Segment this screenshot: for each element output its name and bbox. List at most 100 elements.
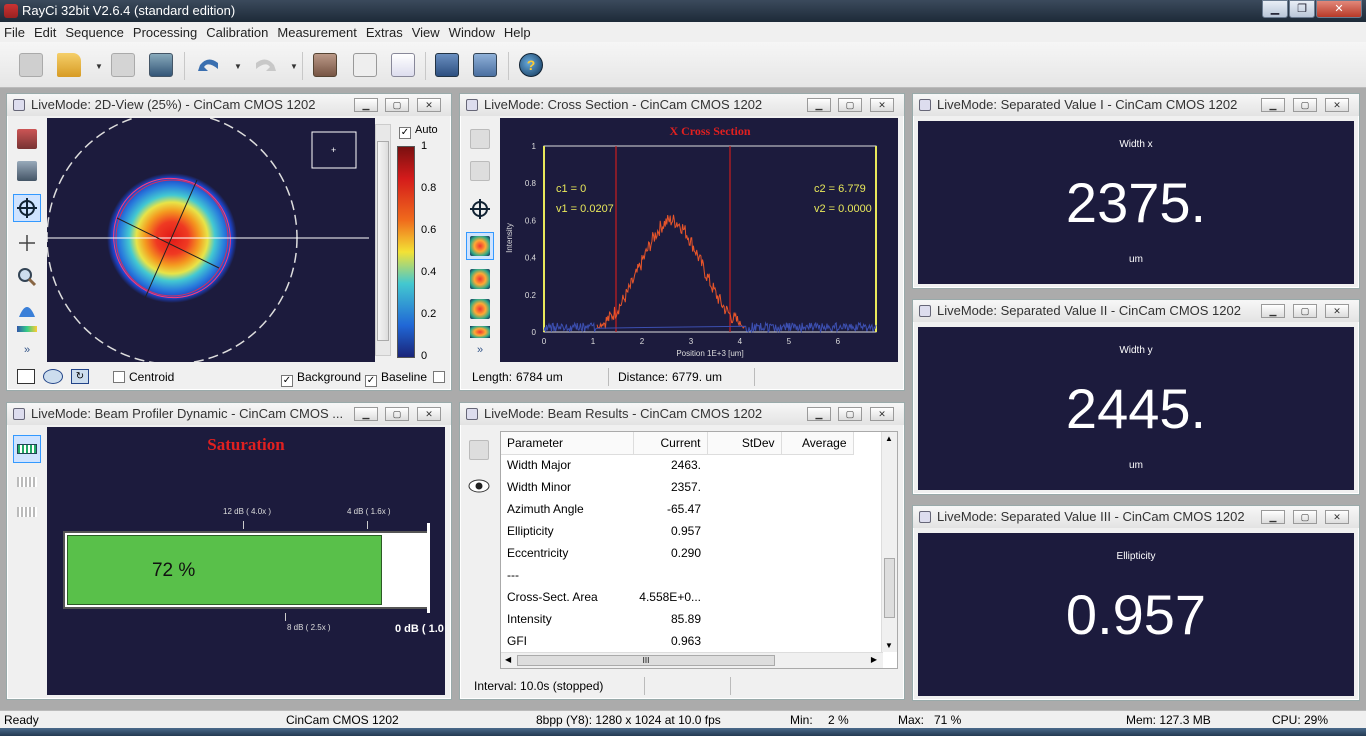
- table-row[interactable]: Width Major 2463.: [501, 454, 853, 476]
- menu-calibration[interactable]: Calibration: [206, 25, 277, 40]
- sep1-close-button[interactable]: ✕: [1325, 98, 1349, 112]
- menu-help[interactable]: Help: [504, 25, 540, 40]
- baseline-checkbox[interactable]: ✓ Baseline: [365, 370, 427, 387]
- sep3-close-button[interactable]: ✕: [1325, 510, 1349, 524]
- rectangle-shape-icon[interactable]: [17, 369, 35, 384]
- sep3-maximize-button[interactable]: ▢: [1293, 510, 1317, 524]
- camera-grab-icon[interactable]: [14, 126, 40, 152]
- menu-sequence[interactable]: Sequence: [65, 25, 133, 40]
- close-window-button[interactable]: ✕: [1316, 0, 1362, 18]
- extra-checkbox[interactable]: [433, 370, 449, 384]
- profiler-minimize-button[interactable]: ▁: [354, 407, 378, 421]
- table-row[interactable]: Width Minor 2357.: [501, 476, 853, 498]
- sidebar-more-button[interactable]: »: [462, 344, 498, 360]
- star-icon[interactable]: [466, 437, 492, 463]
- 3d-view-icon[interactable]: [14, 296, 40, 322]
- results-horizontal-scrollbar[interactable]: ◀ III ▶: [501, 652, 883, 668]
- x-axis-ticks: 0 1 2 3 4 5 6: [542, 337, 841, 346]
- refresh-shape-icon[interactable]: ↻: [71, 369, 89, 384]
- table-row[interactable]: Ellipticity 0.957: [501, 520, 853, 542]
- open-dropdown-icon[interactable]: ▼: [95, 62, 103, 71]
- sidebar-more-button[interactable]: »: [9, 344, 45, 360]
- centroid-checkbox[interactable]: Centroid: [113, 370, 174, 384]
- view2d-maximize-button[interactable]: ▢: [385, 98, 409, 112]
- background-checkbox[interactable]: ✓ Background: [281, 370, 361, 387]
- crosshair-icon[interactable]: [467, 196, 493, 222]
- beam-2d-image[interactable]: +: [47, 118, 375, 362]
- gain-icon[interactable]: [14, 469, 40, 495]
- profiler-close-button[interactable]: ✕: [417, 407, 441, 421]
- diag2-section-icon[interactable]: [467, 324, 493, 340]
- auto-scale-checkbox[interactable]: ✓ Auto: [399, 124, 438, 139]
- column-header-parameter[interactable]: Parameter: [501, 432, 634, 455]
- zoom-icon[interactable]: [14, 264, 40, 290]
- sep1-minimize-button[interactable]: ▁: [1261, 98, 1285, 112]
- eye-icon[interactable]: [466, 473, 492, 499]
- undo-dropdown-icon[interactable]: ▼: [234, 62, 242, 71]
- column-header-current[interactable]: Current: [633, 432, 708, 455]
- menu-window[interactable]: Window: [449, 25, 504, 40]
- document-icon[interactable]: [350, 50, 380, 80]
- results-maximize-button[interactable]: ▢: [838, 407, 862, 421]
- diag-section-icon[interactable]: [467, 296, 493, 322]
- table-row[interactable]: Eccentricity 0.290: [501, 542, 853, 564]
- y-section-icon[interactable]: [467, 266, 493, 292]
- view2d-minimize-button[interactable]: ▁: [354, 98, 378, 112]
- copy-image-icon[interactable]: [14, 158, 40, 184]
- menu-edit[interactable]: Edit: [34, 25, 65, 40]
- minimize-window-button[interactable]: ▁: [1262, 0, 1288, 18]
- cross-maximize-button[interactable]: ▢: [838, 98, 862, 112]
- table-row[interactable]: GFI 0.963: [501, 630, 853, 652]
- results-table-container: Parameter Current StDev Average Width Ma…: [500, 431, 898, 669]
- settings-tools-icon[interactable]: [310, 50, 340, 80]
- column-header-stdev[interactable]: StDev: [707, 432, 782, 455]
- sep3-minimize-button[interactable]: ▁: [1261, 510, 1285, 524]
- results-vertical-scrollbar[interactable]: ▲ ▼: [881, 432, 897, 652]
- open-folder-icon[interactable]: [54, 50, 84, 80]
- menu-extras[interactable]: Extras: [366, 25, 412, 40]
- redo-icon[interactable]: [250, 50, 280, 80]
- sep2-minimize-button[interactable]: ▁: [1261, 304, 1285, 318]
- x-section-icon[interactable]: [466, 232, 494, 260]
- save-plot-icon[interactable]: [467, 158, 493, 184]
- sep1-maximize-button[interactable]: ▢: [1293, 98, 1317, 112]
- cross-close-button[interactable]: ✕: [870, 98, 894, 112]
- undo-icon[interactable]: [194, 50, 224, 80]
- snapshot-icon[interactable]: [146, 50, 176, 80]
- help-icon[interactable]: ?: [516, 50, 546, 80]
- sep2-close-button[interactable]: ✕: [1325, 304, 1349, 318]
- menu-measurement[interactable]: Measurement: [277, 25, 365, 40]
- sep2-maximize-button[interactable]: ▢: [1293, 304, 1317, 318]
- palette-icon[interactable]: [14, 322, 40, 336]
- menu-file[interactable]: File: [4, 25, 34, 40]
- save-icon[interactable]: [108, 50, 138, 80]
- axis-icon[interactable]: [14, 230, 40, 256]
- cross-minimize-button[interactable]: ▁: [807, 98, 831, 112]
- profiler-maximize-button[interactable]: ▢: [385, 407, 409, 421]
- view2d-close-button[interactable]: ✕: [417, 98, 441, 112]
- tick-4db: 4 dB ( 1.6x ): [347, 507, 391, 516]
- level-meter-icon[interactable]: [13, 435, 41, 463]
- hscroll-grip[interactable]: III: [517, 655, 775, 666]
- camera-icon[interactable]: [16, 50, 46, 80]
- exposure-icon[interactable]: [14, 499, 40, 525]
- window-layout-icon[interactable]: [432, 50, 462, 80]
- cascade-windows-icon[interactable]: [470, 50, 500, 80]
- table-row[interactable]: Cross-Sect. Area 4.558E+0...: [501, 586, 853, 608]
- table-row[interactable]: Azimuth Angle -65.47: [501, 498, 853, 520]
- star-icon[interactable]: [467, 126, 493, 152]
- checklist-icon[interactable]: [388, 50, 418, 80]
- redo-dropdown-icon[interactable]: ▼: [290, 62, 298, 71]
- crosshair-icon[interactable]: [13, 194, 41, 222]
- ellipse-shape-icon[interactable]: [43, 369, 63, 384]
- table-row[interactable]: Intensity 85.89: [501, 608, 853, 630]
- view2d-vertical-scrollbar[interactable]: [375, 124, 391, 356]
- restore-window-button[interactable]: ❐: [1289, 0, 1315, 18]
- menu-processing[interactable]: Processing: [133, 25, 206, 40]
- results-minimize-button[interactable]: ▁: [807, 407, 831, 421]
- menu-view[interactable]: View: [412, 25, 449, 40]
- column-header-average[interactable]: Average: [781, 432, 854, 455]
- table-row[interactable]: ---: [501, 564, 853, 586]
- results-close-button[interactable]: ✕: [870, 407, 894, 421]
- cross-section-plot[interactable]: X Cross Section c1 = 0 v1 = 0.0207 c2 = …: [500, 118, 898, 362]
